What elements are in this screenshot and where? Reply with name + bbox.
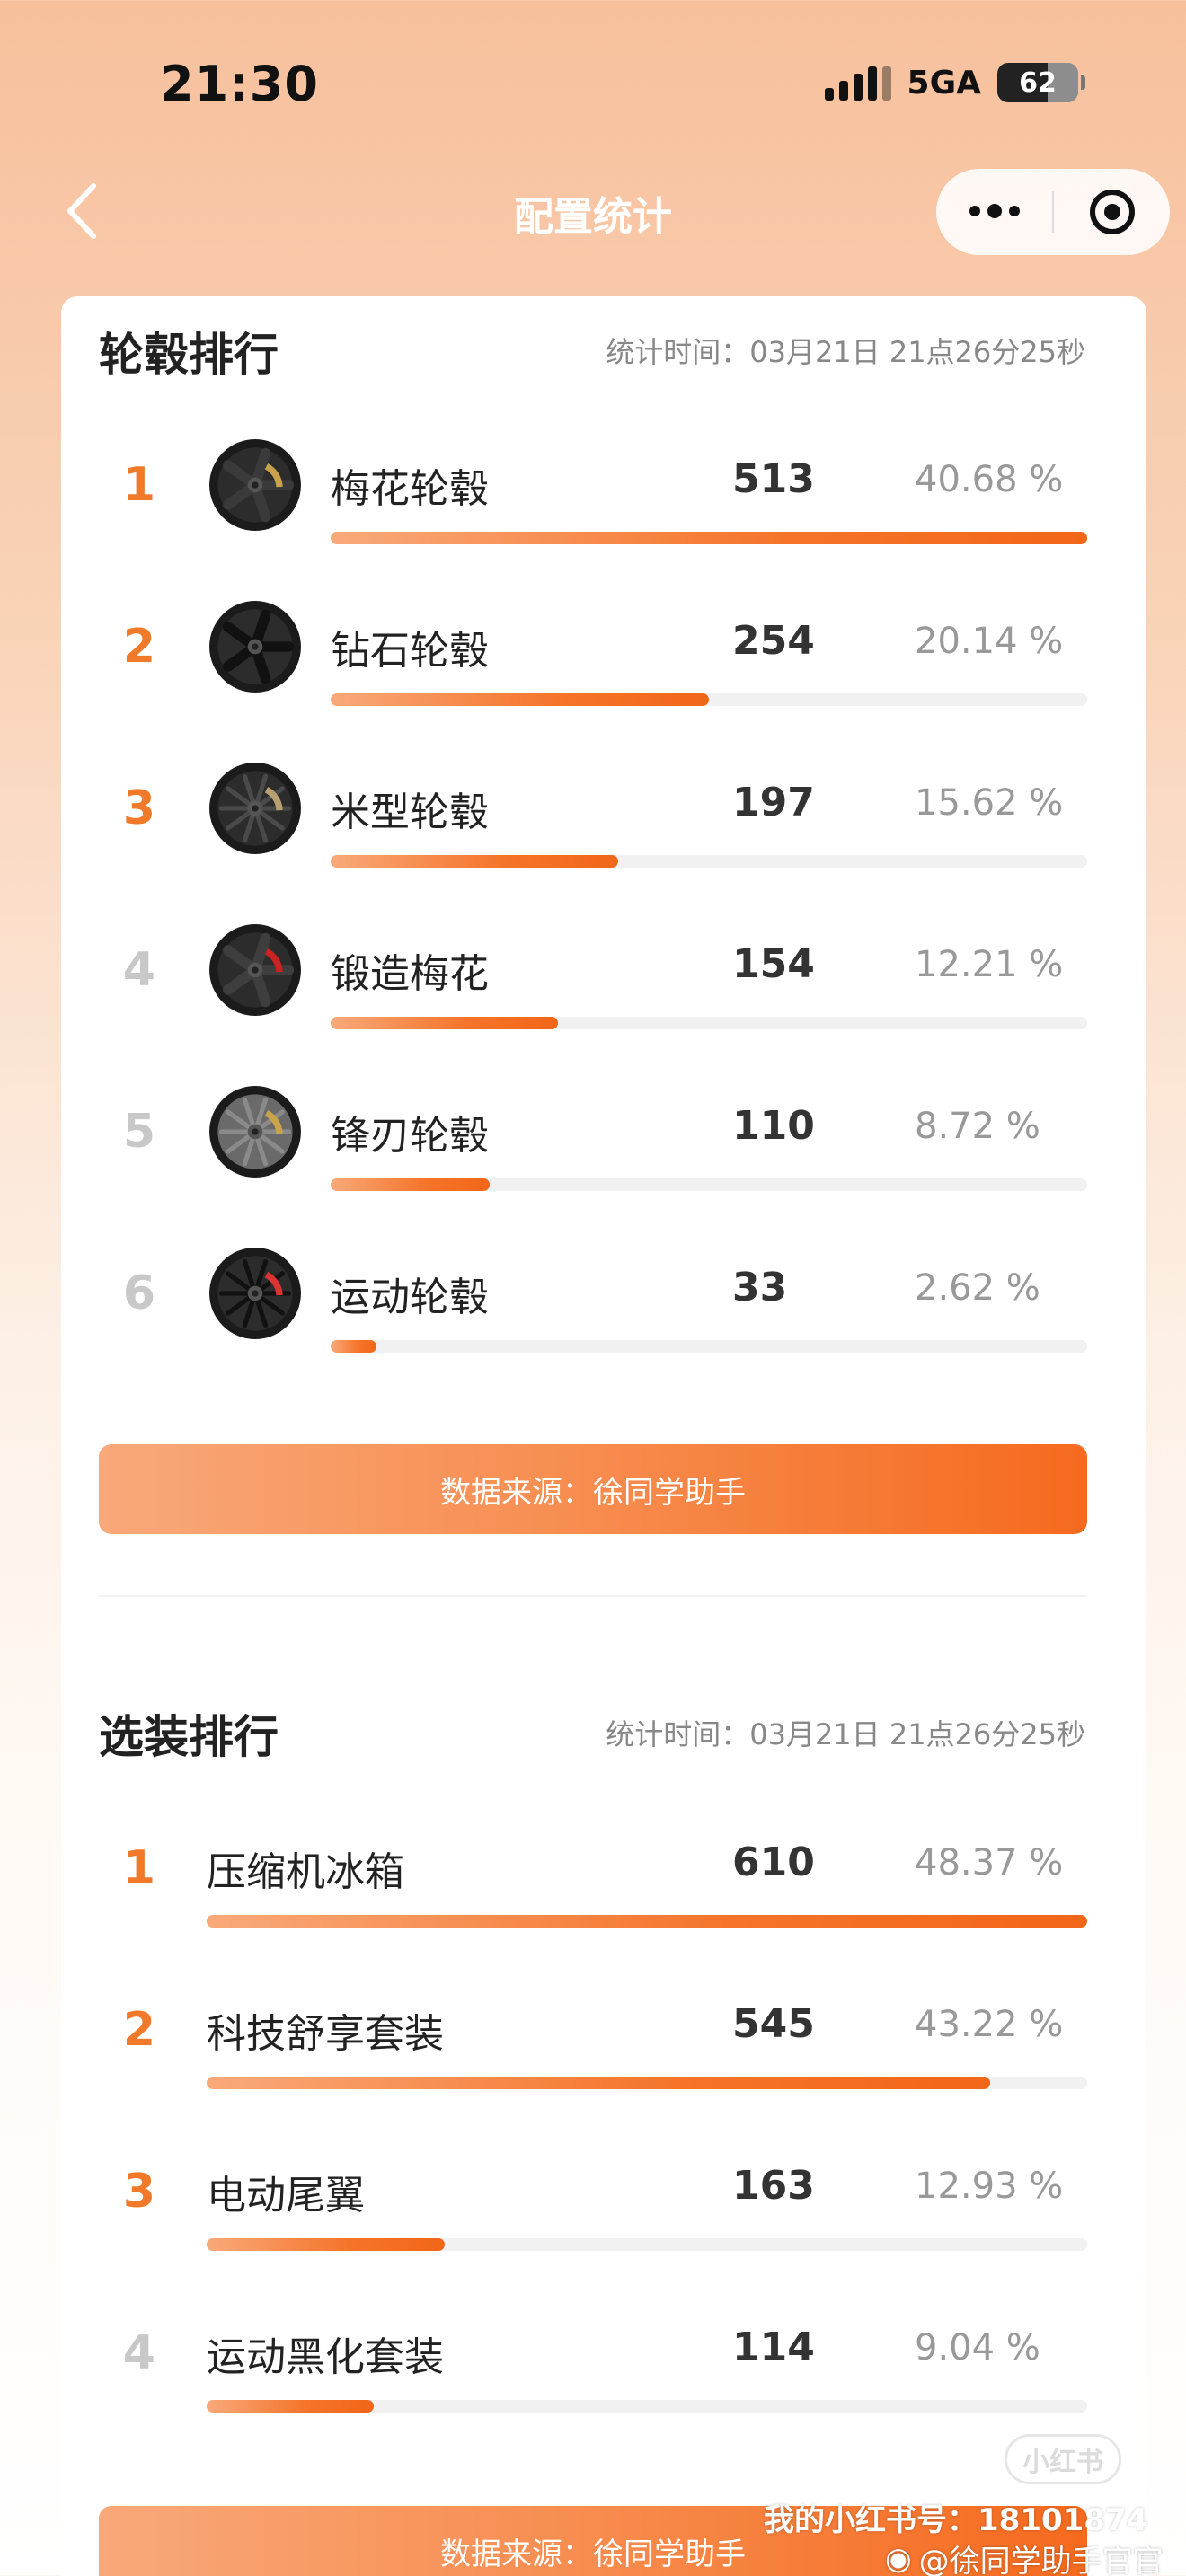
item-percent: 8.72 % (915, 1106, 1040, 1147)
item-count: 154 (732, 941, 815, 987)
weibo-watermark: ◉ @徐同学助手官官 (885, 2536, 1164, 2576)
item-count: 610 (732, 1839, 815, 1885)
rank-number: 1 (122, 458, 156, 512)
progress-fill (331, 1017, 558, 1029)
progress-track (331, 532, 1087, 544)
item-count: 33 (732, 1265, 788, 1310)
progress-fill (331, 693, 709, 706)
more-icon[interactable] (936, 204, 1052, 218)
rank-number: 4 (122, 2326, 156, 2380)
progress-fill (331, 1178, 490, 1191)
ranking-row: 3 电动尾翼 163 12.93 % (0, 2129, 1186, 2263)
progress-track (207, 2238, 1087, 2251)
item-percent: 40.68 % (915, 459, 1064, 500)
item-percent: 43.22 % (915, 2004, 1064, 2045)
progress-track (331, 1178, 1087, 1191)
item-name: 锻造梅花 (331, 951, 489, 997)
ranking-row: 2 科技舒享套装 545 43.22 % (0, 1967, 1186, 2102)
ranking-row: 2 钻石轮毂 254 20.14 % (0, 584, 1186, 719)
options-stat-time: 统计时间：03月21日 21点26分25秒 (606, 1717, 1085, 1751)
item-count: 545 (732, 2001, 815, 2047)
item-name: 科技舒享套装 (207, 2011, 444, 2057)
wheels-data-source-button[interactable]: 数据来源：徐同学助手 (99, 1444, 1087, 1534)
status-time: 21:30 (160, 56, 319, 112)
item-name: 锋刃轮毂 (331, 1113, 489, 1159)
item-name: 梅花轮毂 (331, 466, 489, 512)
item-count: 254 (732, 618, 815, 664)
progress-fill (207, 2077, 991, 2089)
ranking-row: 3 米型轮毂 197 15.62 % (0, 745, 1186, 880)
item-name: 电动尾翼 (207, 2173, 365, 2219)
section-divider (99, 1595, 1087, 1597)
progress-fill (331, 1340, 376, 1353)
ranking-row: 6 运动轮毂 33 2.62 % (0, 1231, 1186, 1365)
rank-number: 1 (122, 1841, 156, 1895)
rank-number: 5 (122, 1105, 156, 1159)
mini-program-capsule (936, 169, 1170, 255)
progress-fill (207, 2400, 375, 2413)
ranking-row: 4 运动黑化套装 114 9.04 % (0, 2290, 1186, 2425)
network-type: 5GA (907, 64, 981, 101)
m-type-wheel-icon (208, 762, 302, 855)
xiaohongshu-account-watermark: 我的小红书号：18101874 (764, 2502, 1148, 2538)
item-name: 运动轮毂 (331, 1275, 489, 1320)
item-count: 197 (732, 780, 815, 825)
rank-number: 4 (122, 943, 156, 997)
xiaohongshu-watermark-logo: 小红书 (1005, 2434, 1121, 2484)
progress-fill (207, 2238, 445, 2251)
progress-track (331, 1017, 1087, 1029)
progress-track (207, 2400, 1087, 2413)
weibo-handle: @徐同学助手官官 (918, 2544, 1164, 2576)
progress-track (331, 855, 1087, 868)
rank-number: 3 (122, 2165, 156, 2219)
progress-track (207, 1915, 1087, 1928)
wheels-section-title: 轮毂排行 (99, 329, 279, 381)
item-name: 钻石轮毂 (331, 628, 489, 674)
item-percent: 9.04 % (915, 2327, 1040, 2369)
rank-number: 2 (122, 2003, 156, 2057)
wheels-stat-time: 统计时间：03月21日 21点26分25秒 (606, 335, 1085, 369)
item-count: 110 (732, 1103, 815, 1149)
item-name: 米型轮毂 (331, 790, 489, 835)
rank-number: 6 (122, 1266, 156, 1320)
ranking-row: 1 梅花轮毂 513 40.68 % (0, 422, 1186, 557)
item-percent: 48.37 % (915, 1842, 1064, 1883)
rank-number: 2 (122, 620, 156, 674)
weibo-icon: ◉ (885, 2540, 912, 2576)
item-name: 运动黑化套装 (207, 2334, 444, 2380)
progress-track (331, 693, 1087, 706)
item-percent: 12.21 % (915, 944, 1064, 985)
close-mini-program-button[interactable] (1054, 190, 1170, 234)
item-percent: 2.62 % (915, 1267, 1040, 1309)
progress-fill (331, 532, 1087, 544)
plum-blossom-wheel-icon (208, 438, 302, 532)
item-percent: 20.14 % (915, 621, 1064, 662)
item-count: 163 (732, 2163, 815, 2209)
ranking-row: 5 锋刃轮毂 110 8.72 % (0, 1069, 1186, 1204)
progress-track (331, 1340, 1087, 1353)
item-percent: 12.93 % (915, 2166, 1064, 2207)
item-count: 513 (732, 456, 815, 502)
ranking-row: 4 锻造梅花 154 12.21 % (0, 907, 1186, 1042)
diamond-wheel-icon (208, 600, 302, 693)
forged-plum-wheel-icon (208, 923, 302, 1017)
sport-wheel-icon (208, 1247, 302, 1340)
battery-icon: 62 (997, 63, 1085, 102)
signal-icon (824, 65, 891, 101)
item-name: 压缩机冰箱 (207, 1849, 404, 1895)
item-percent: 15.62 % (915, 782, 1064, 824)
rank-number: 3 (122, 781, 156, 835)
ranking-row: 1 压缩机冰箱 610 48.37 % (0, 1805, 1186, 1940)
progress-track (207, 2077, 1087, 2089)
progress-fill (207, 1915, 1087, 1928)
status-indicators: 5GA 62 (824, 63, 1085, 102)
options-section-title: 选装排行 (99, 1711, 279, 1763)
progress-fill (331, 855, 618, 868)
blade-wheel-icon (208, 1085, 302, 1178)
item-count: 114 (732, 2325, 815, 2370)
target-icon (1089, 190, 1135, 234)
battery-level: 62 (1019, 66, 1057, 99)
